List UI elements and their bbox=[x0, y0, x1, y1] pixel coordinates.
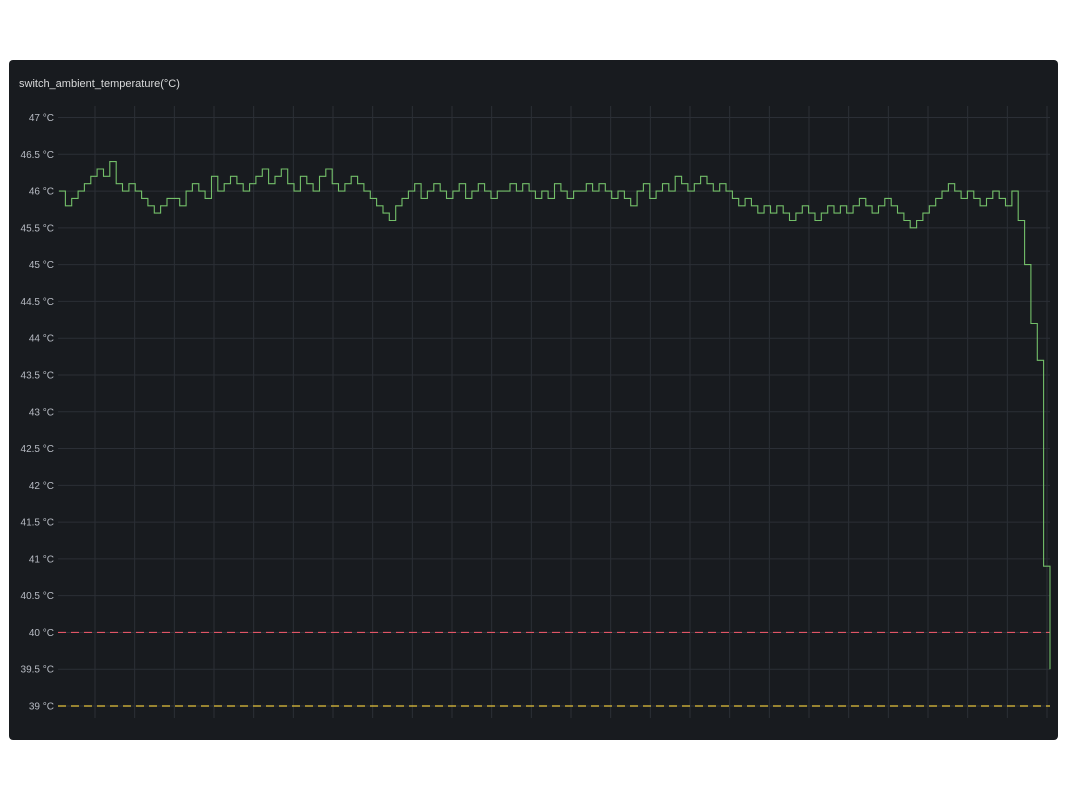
y-tick-label: 44 °C bbox=[29, 334, 54, 345]
y-tick-label: 43.5 °C bbox=[21, 370, 54, 381]
y-tick-label: 41.5 °C bbox=[21, 518, 54, 529]
y-tick-label: 45.5 °C bbox=[21, 223, 54, 234]
y-tick-label: 39.5 °C bbox=[21, 665, 54, 676]
y-tick-label: 46.5 °C bbox=[21, 150, 54, 161]
y-tick-label: 46 °C bbox=[29, 187, 54, 198]
y-tick-label: 44.5 °C bbox=[21, 297, 54, 308]
y-tick-label: 40.5 °C bbox=[21, 591, 54, 602]
y-tick-label: 39 °C bbox=[29, 702, 54, 713]
y-tick-label: 42 °C bbox=[29, 481, 54, 492]
series-group bbox=[59, 161, 1051, 670]
horizontal-grid bbox=[58, 117, 1050, 707]
y-tick-label: 40 °C bbox=[29, 628, 54, 639]
series-line bbox=[59, 161, 1051, 670]
y-tick-label: 42.5 °C bbox=[21, 444, 54, 455]
line-chart: 39 °C 39.5 °C 40 °C 40.5 °C 41 °C 41.5 °C 42 °… bbox=[21, 106, 1051, 718]
y-tick-label: 45 °C bbox=[29, 260, 54, 271]
chart-panel: switch_ambient_temperature(°C) 39 °C 39.5… bbox=[9, 60, 1058, 740]
y-tick-label: 47 °C bbox=[29, 113, 54, 124]
y-axis-ticks: 39 °C 39.5 °C 40 °C 40.5 °C 41 °C 41.5 °C 42 °… bbox=[21, 113, 54, 713]
y-tick-label: 43 °C bbox=[29, 407, 54, 418]
y-tick-label: 41 °C bbox=[29, 554, 54, 565]
